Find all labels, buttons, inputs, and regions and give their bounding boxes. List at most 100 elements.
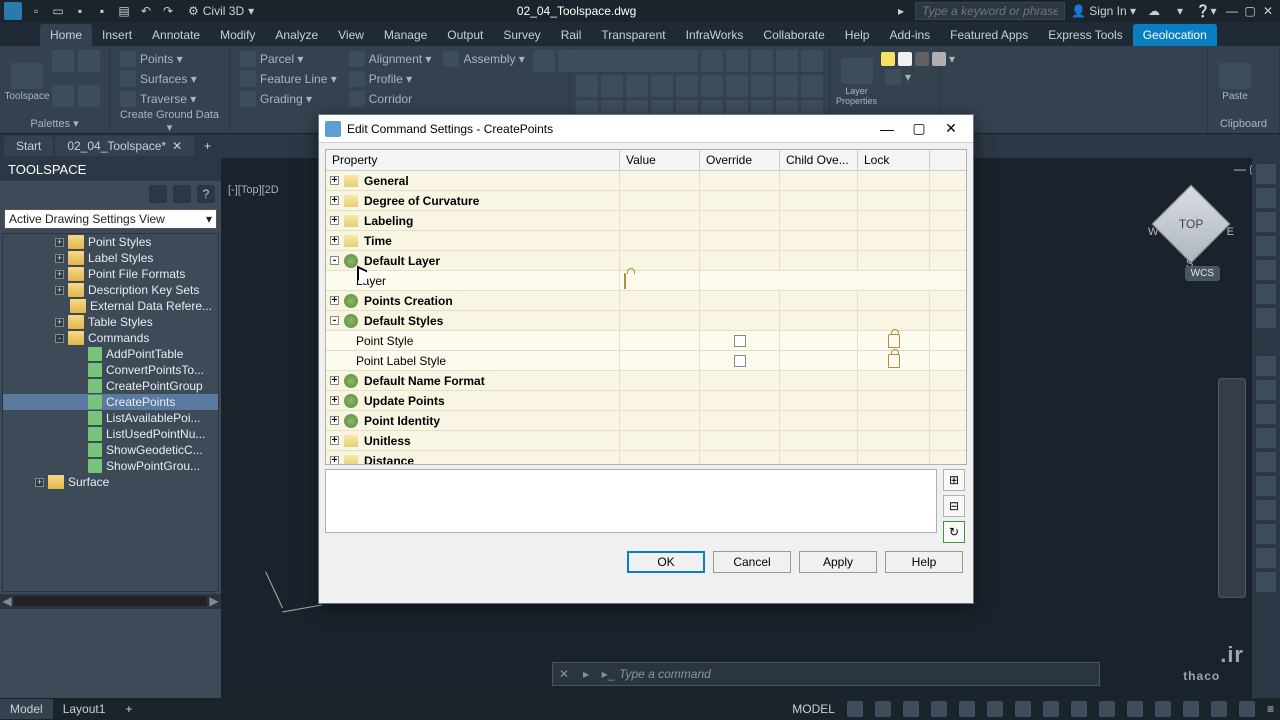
ribbon-tab-help[interactable]: Help xyxy=(835,24,880,46)
ribbon-icon[interactable] xyxy=(701,75,723,97)
panel-title-clipboard[interactable]: Clipboard xyxy=(1214,117,1273,131)
tree-node[interactable]: ShowGeodeticC... xyxy=(3,442,218,458)
tree-node[interactable]: ShowPointGrou... xyxy=(3,458,218,474)
ribbon-icon[interactable] xyxy=(801,50,823,72)
expand-icon[interactable]: + xyxy=(330,236,339,245)
override-checkbox[interactable] xyxy=(734,355,746,367)
file-tab-start[interactable]: Start xyxy=(4,136,53,156)
ribbon-tab-home[interactable]: Home xyxy=(40,24,92,46)
value-cell[interactable] xyxy=(620,451,700,464)
help-icon[interactable]: ❔▾ xyxy=(1198,3,1214,19)
panel-title-ground[interactable]: Create Ground Data ▾ xyxy=(116,108,223,135)
tree-node[interactable]: +Description Key Sets xyxy=(3,282,218,298)
expand-icon[interactable]: + xyxy=(330,196,339,205)
redo-icon[interactable]: ↷ xyxy=(160,3,176,19)
status-icon[interactable] xyxy=(1093,701,1121,717)
ribbon-item[interactable]: Parcel ▾ xyxy=(236,50,341,68)
tool-icon[interactable] xyxy=(1256,260,1276,280)
col-lock[interactable]: Lock xyxy=(858,150,930,170)
grid-row[interactable]: +Update Points xyxy=(326,391,966,411)
ribbon-tab-transparent[interactable]: Transparent xyxy=(591,24,675,46)
ribbon-icon[interactable] xyxy=(726,75,748,97)
tool-icon[interactable] xyxy=(1256,380,1276,400)
cmd-menu-icon[interactable]: ▸ xyxy=(575,667,597,681)
command-line[interactable]: ✕ ▸ ▸_ Type a command xyxy=(552,662,1100,686)
grid-row[interactable]: +Default Name Format xyxy=(326,371,966,391)
cancel-button[interactable]: Cancel xyxy=(713,551,791,573)
ribbon-item[interactable]: Traverse ▾ xyxy=(116,90,201,108)
stay-connected-icon[interactable]: ▾ xyxy=(1172,3,1188,19)
tool-icon[interactable] xyxy=(1256,572,1276,592)
ribbon-icon[interactable] xyxy=(533,50,555,72)
value-cell[interactable] xyxy=(620,411,700,430)
status-icon[interactable] xyxy=(1009,701,1037,717)
value-cell[interactable] xyxy=(620,211,700,230)
ribbon-icon[interactable] xyxy=(601,50,623,72)
status-icon[interactable] xyxy=(925,701,953,717)
app-exchange-icon[interactable]: ☁ xyxy=(1146,3,1162,19)
grid-row[interactable]: +Degree of Curvature xyxy=(326,191,966,211)
dialog-close-icon[interactable]: ✕ xyxy=(935,118,967,140)
app-icon[interactable] xyxy=(4,2,22,20)
ribbon-item[interactable]: Alignment ▾ xyxy=(345,50,436,68)
col-value[interactable]: Value xyxy=(620,150,700,170)
grid-row[interactable]: +Time xyxy=(326,231,966,251)
grid-row[interactable]: Layer xyxy=(326,271,966,291)
tool-icon[interactable] xyxy=(1256,164,1276,184)
ribbon-icon[interactable] xyxy=(776,75,798,97)
tool-icon[interactable] xyxy=(1256,452,1276,472)
grid-row[interactable]: +General xyxy=(326,171,966,191)
tool-icon[interactable] xyxy=(1256,476,1276,496)
nav-bar[interactable] xyxy=(1218,378,1246,598)
save-icon[interactable]: ▪ xyxy=(72,3,88,19)
ribbon-tab-manage[interactable]: Manage xyxy=(374,24,437,46)
col-child-override[interactable]: Child Ove... xyxy=(780,150,858,170)
ribbon-tab-express-tools[interactable]: Express Tools xyxy=(1038,24,1132,46)
ribbon-tab-featured-apps[interactable]: Featured Apps xyxy=(940,24,1038,46)
tool-icon[interactable] xyxy=(1256,188,1276,208)
swatch[interactable] xyxy=(915,52,929,66)
ribbon-tab-add-ins[interactable]: Add-ins xyxy=(879,24,940,46)
ribbon-icon[interactable] xyxy=(751,50,773,72)
recent-arrow-icon[interactable]: ▸ xyxy=(893,3,909,19)
grid-row[interactable]: +Labeling xyxy=(326,211,966,231)
ribbon-tab-output[interactable]: Output xyxy=(437,24,493,46)
ribbon-icon[interactable] xyxy=(751,75,773,97)
tool-icon[interactable] xyxy=(1256,236,1276,256)
ribbon-icon[interactable] xyxy=(651,75,673,97)
expand-icon[interactable]: + xyxy=(330,216,339,225)
ribbon-icon[interactable] xyxy=(601,75,623,97)
ribbon-item[interactable]: Profile ▾ xyxy=(345,70,436,88)
swatch[interactable] xyxy=(881,52,895,66)
tool-icon[interactable] xyxy=(1256,308,1276,328)
viewcube[interactable]: NSEW TOP xyxy=(1146,182,1236,272)
ribbon-item[interactable]: Feature Line ▾ xyxy=(236,70,341,88)
wcs-badge[interactable]: WCS xyxy=(1185,266,1220,281)
grid-row[interactable]: Point Style xyxy=(326,331,966,351)
grid-row[interactable]: +Points Creation xyxy=(326,291,966,311)
value-cell[interactable] xyxy=(620,431,700,450)
tree-node[interactable]: CreatePointGroup xyxy=(3,378,218,394)
grid-row[interactable]: -Default Layer xyxy=(326,251,966,271)
tree-node[interactable]: +Surface xyxy=(3,474,218,490)
value-cell[interactable] xyxy=(620,231,700,250)
tool-icon[interactable] xyxy=(1256,548,1276,568)
tree-hscroll[interactable]: ◀▶ xyxy=(0,594,221,608)
grid-row[interactable]: +Distance xyxy=(326,451,966,464)
ribbon-icon[interactable] xyxy=(626,75,648,97)
col-override[interactable]: Override xyxy=(700,150,780,170)
tree-node[interactable]: +Point File Formats xyxy=(3,266,218,282)
tree-node[interactable]: +Label Styles xyxy=(3,250,218,266)
saveas-icon[interactable]: ▪ xyxy=(94,3,110,19)
status-icon[interactable] xyxy=(1121,701,1149,717)
lock-icon[interactable] xyxy=(624,273,626,289)
ribbon-item[interactable]: Corridor xyxy=(345,90,436,108)
tool-icon[interactable] xyxy=(1256,356,1276,376)
toolspace-help-icon[interactable]: ? xyxy=(197,185,215,203)
ribbon-icon[interactable] xyxy=(776,50,798,72)
dialog-minimize-icon[interactable]: — xyxy=(871,118,903,140)
palette-icon[interactable] xyxy=(52,85,74,107)
ribbon-icon[interactable] xyxy=(676,50,698,72)
ribbon-icon[interactable] xyxy=(576,75,598,97)
tool-icon[interactable] xyxy=(1256,212,1276,232)
